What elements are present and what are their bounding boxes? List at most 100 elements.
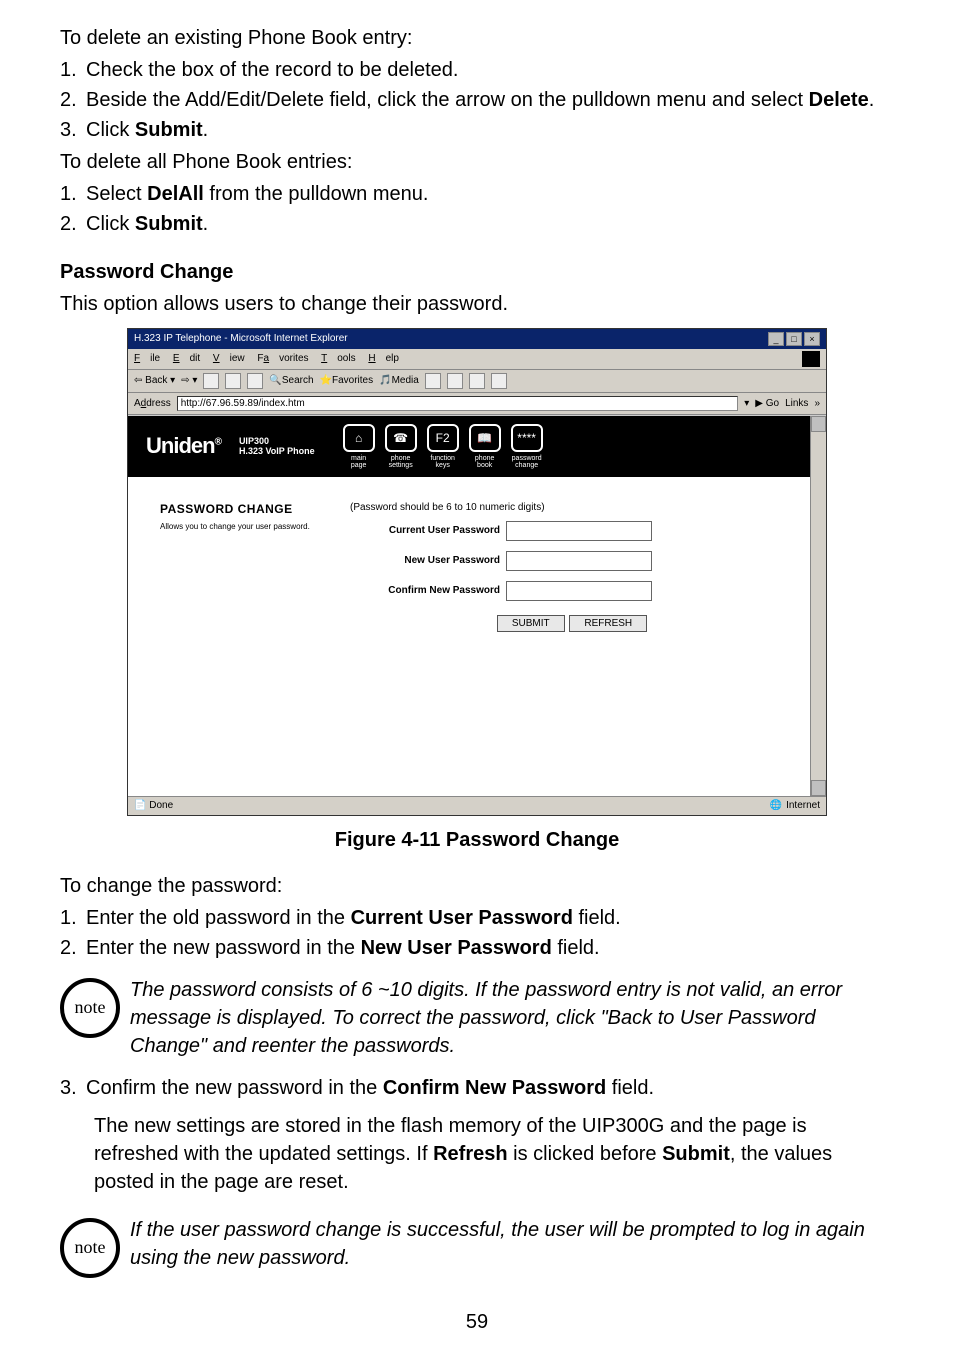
list-text: Confirm the new password in the	[86, 1077, 383, 1099]
label-new-password: New User Password	[350, 554, 506, 568]
nav-icons: ⌂mainpage ☎phonesettings F2functionkeys …	[343, 424, 543, 469]
list-text: Click	[86, 119, 135, 141]
menu-help[interactable]: Help	[368, 353, 399, 364]
config-left: PASSWORD CHANGE Allows you to change you…	[160, 501, 320, 632]
status-zone: 🌐 Internet	[770, 799, 820, 813]
status-done: 📄 Done	[134, 799, 173, 813]
note-icon: note	[60, 978, 120, 1038]
address-dropdown-icon[interactable]: ▾	[744, 397, 749, 411]
list-item: 1.Check the box of the record to be dele…	[60, 56, 894, 84]
refresh-icon[interactable]	[225, 373, 241, 389]
note-icon: note	[60, 1218, 120, 1278]
list-change-password: 1.Enter the old password in the Current …	[60, 904, 894, 962]
back-button[interactable]: ⇦ Back ▾	[134, 374, 175, 388]
list-delete-all: 1.Select DelAll from the pulldown menu. …	[60, 180, 894, 238]
ie-window: H.323 IP Telephone - Microsoft Internet …	[127, 328, 827, 816]
list-item: 3.Confirm the new password in the Confir…	[60, 1074, 894, 1102]
paragraph-password-intro: This option allows users to change their…	[60, 290, 894, 318]
paragraph-delete-intro: To delete an existing Phone Book entry:	[60, 24, 894, 52]
ie-statusbar: 📄 Done 🌐 Internet	[128, 796, 826, 815]
close-icon[interactable]: ×	[804, 332, 820, 346]
list-tail: field.	[552, 937, 600, 959]
list-bold: Current User Password	[351, 907, 573, 929]
list-tail: .	[203, 119, 209, 141]
list-bold: DelAll	[147, 183, 204, 205]
password-icon: ****	[511, 424, 543, 452]
list-text: Select	[86, 183, 147, 205]
list-item: 3.Click Submit.	[60, 116, 894, 144]
screenshot-container: H.323 IP Telephone - Microsoft Internet …	[127, 328, 827, 816]
go-button[interactable]: ▶ Go	[755, 397, 779, 411]
paragraph-change-intro: To change the password:	[60, 872, 894, 900]
ie-address-bar: Address ▾ ▶ Go Links »	[128, 393, 826, 415]
menu-file[interactable]: File	[134, 353, 160, 364]
nav-function-keys[interactable]: F2functionkeys	[427, 424, 459, 469]
list-item: 1.Select DelAll from the pulldown menu.	[60, 180, 894, 208]
ie-toolbar: ⇦ Back ▾ ⇨ ▾ 🔍Search ⭐Favorites 🎵Media	[128, 370, 826, 393]
stop-icon[interactable]	[203, 373, 219, 389]
menu-favorites[interactable]: Favorites	[257, 353, 308, 364]
ie-content: Uniden® UIP300H.323 VoIP Phone ⌂mainpage…	[128, 415, 826, 796]
menu-view[interactable]: View	[213, 353, 245, 364]
home-icon[interactable]	[247, 373, 263, 389]
maximize-icon[interactable]: □	[786, 332, 802, 346]
list-tail: from the pulldown menu.	[204, 183, 429, 205]
menu-edit[interactable]: Edit	[173, 353, 200, 364]
list-item: 1.Enter the old password in the Current …	[60, 904, 894, 932]
new-password-input[interactable]	[506, 551, 652, 571]
mail-icon[interactable]	[447, 373, 463, 389]
minimize-icon[interactable]: _	[768, 332, 784, 346]
print-icon[interactable]	[469, 373, 485, 389]
list-tail: .	[869, 89, 875, 111]
edit-icon[interactable]	[491, 373, 507, 389]
list-text: Enter the old password in the	[86, 907, 351, 929]
links-label[interactable]: Links	[785, 397, 808, 411]
list-delete-entry: 1.Check the box of the record to be dele…	[60, 56, 894, 144]
list-item: 2.Click Submit.	[60, 210, 894, 238]
address-label: Address	[134, 397, 171, 411]
uniden-logo: Uniden®	[146, 431, 221, 462]
history-icon[interactable]	[425, 373, 441, 389]
current-password-input[interactable]	[506, 521, 652, 541]
paragraph-delete-all-intro: To delete all Phone Book entries:	[60, 148, 894, 176]
section-desc: Allows you to change your user password.	[160, 521, 320, 532]
nav-phone-settings[interactable]: ☎phonesettings	[385, 424, 417, 469]
nav-main-page[interactable]: ⌂mainpage	[343, 424, 375, 469]
search-button[interactable]: 🔍Search	[269, 374, 313, 388]
list-bold: Submit	[135, 119, 203, 141]
list-bold: Submit	[135, 213, 203, 235]
phone-icon: ☎	[385, 424, 417, 452]
bold: Submit	[662, 1143, 730, 1165]
paragraph-new-settings: The new settings are stored in the flash…	[94, 1112, 894, 1196]
list-text: Check the box of the record to be delete…	[86, 59, 458, 81]
media-button[interactable]: 🎵Media	[379, 374, 419, 388]
menu-tools[interactable]: Tools	[321, 353, 355, 364]
nav-phone-book[interactable]: 📖phonebook	[469, 424, 501, 469]
submit-button[interactable]: SUBMIT	[497, 615, 565, 632]
ie-menus: File Edit View Favorites Tools Help	[134, 352, 409, 366]
list-bold: Confirm New Password	[383, 1077, 606, 1099]
nav-password-change[interactable]: ****passwordchange	[511, 424, 543, 469]
section-title: PASSWORD CHANGE	[160, 501, 320, 518]
list-tail: field.	[573, 907, 621, 929]
list-bold: Delete	[809, 89, 869, 111]
text: is clicked before	[508, 1143, 663, 1165]
list-tail: .	[203, 213, 209, 235]
config-body: PASSWORD CHANGE Allows you to change you…	[128, 477, 826, 656]
figure-caption: Figure 4-11 Password Change	[60, 826, 894, 854]
form-buttons: SUBMIT REFRESH	[350, 615, 794, 632]
links-chevron-icon[interactable]: »	[814, 397, 820, 411]
scrollbar[interactable]	[810, 416, 826, 796]
bold: Refresh	[433, 1143, 507, 1165]
refresh-button[interactable]: REFRESH	[569, 615, 647, 632]
note-block-2: note If the user password change is succ…	[60, 1216, 894, 1278]
list-item: 2.Enter the new password in the New User…	[60, 934, 894, 962]
confirm-password-input[interactable]	[506, 581, 652, 601]
address-input[interactable]	[177, 396, 739, 411]
page-number: 59	[60, 1308, 894, 1336]
row-new-password: New User Password	[350, 551, 794, 571]
favorites-button[interactable]: ⭐Favorites	[320, 374, 374, 388]
book-icon: 📖	[469, 424, 501, 452]
forward-button[interactable]: ⇨ ▾	[181, 374, 197, 388]
list-text: Click	[86, 213, 135, 235]
